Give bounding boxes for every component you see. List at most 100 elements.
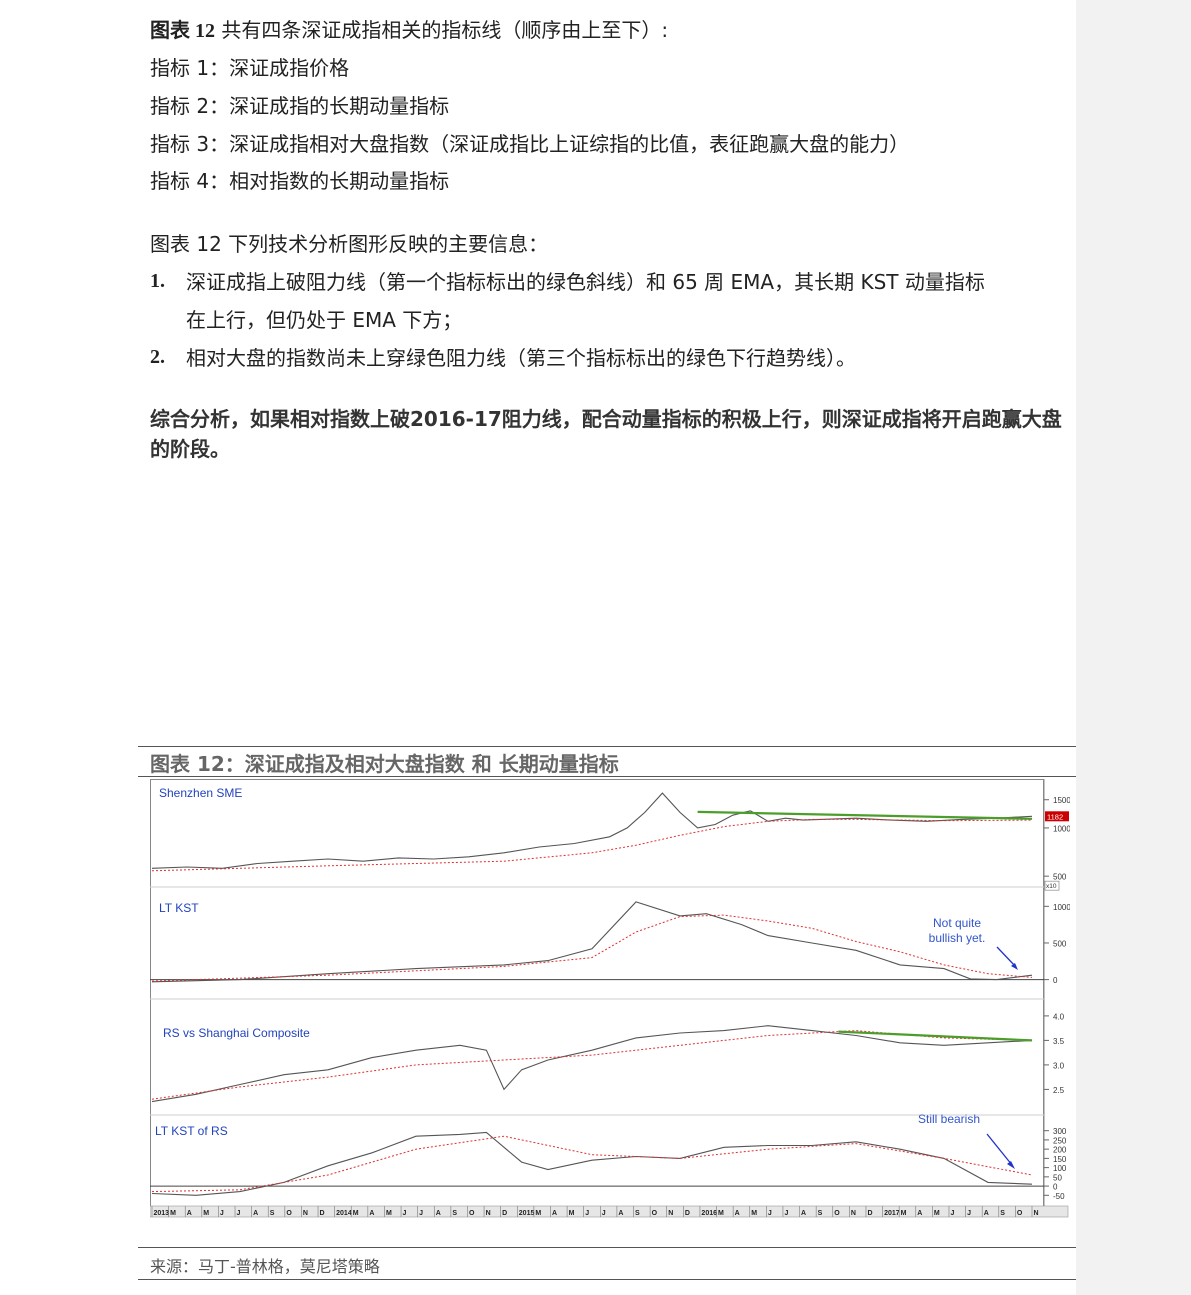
x-tick-label: M (934, 1210, 940, 1217)
list-item-1-line-1: 深证成指上破阻力线（第一个指标标出的绿色斜线）和 65 周 EMA，其长期 KS… (186, 270, 985, 294)
x-tick-label: 2016 (701, 1210, 717, 1217)
y-unit-label: x10 (1046, 883, 1057, 890)
x-tick-label: A (253, 1210, 258, 1217)
indicator-3: 指标 3：深证成指相对大盘指数（深证成指比上证综指的比值，表征跑赢大盘的能力） (150, 132, 910, 156)
x-tick-label: J (602, 1210, 606, 1217)
x-tick-label: O (286, 1210, 292, 1217)
x-tick-label: D (320, 1210, 325, 1217)
y-tick-label: 500 (1053, 939, 1067, 948)
x-tick-label: A (369, 1210, 374, 1217)
y-tick-label: 150 (1053, 1155, 1067, 1164)
x-tick-label: 2014 (336, 1210, 352, 1217)
x-tick-label: J (768, 1210, 772, 1217)
x-tick-label: J (784, 1210, 788, 1217)
x-tick-label: O (652, 1210, 658, 1217)
figure-source: 来源：马丁-普林格，莫尼塔策略 (150, 1257, 380, 1276)
right-margin-panel (1076, 0, 1191, 1295)
x-tick-label: M (751, 1210, 757, 1217)
y-tick-label: 1000 (1053, 903, 1070, 912)
y-tick-label: 3.0 (1053, 1061, 1065, 1070)
indicator-2: 指标 2：深证成指的长期动量指标 (150, 94, 450, 118)
x-tick-label: J (419, 1210, 423, 1217)
list-item-1-number: 1. (150, 270, 165, 292)
x-tick-label: N (486, 1210, 491, 1217)
x-tick-label: A (917, 1210, 922, 1217)
y-tick-label: 500 (1053, 873, 1067, 882)
intro-line-1-text: 共有四条深证成指相关的指标线（顺序由上至下）: (221, 18, 669, 42)
x-tick-label: N (303, 1210, 308, 1217)
x-tick-label: J (220, 1210, 224, 1217)
x-tick-label: A (187, 1210, 192, 1217)
x-tick-label: J (403, 1210, 407, 1217)
x-tick-label: A (618, 1210, 623, 1217)
x-tick-label: M (353, 1210, 359, 1217)
last-value-label: 1182 (1047, 812, 1063, 821)
panel-label-2: RS vs Shanghai Composite (163, 1026, 310, 1040)
x-tick-label: A (735, 1210, 740, 1217)
info-title: 图表 12 下列技术分析图形反映的主要信息： (150, 232, 549, 256)
x-tick-label: N (668, 1210, 673, 1217)
x-tick-label: 2015 (519, 1210, 535, 1217)
x-tick-label: 2013 (154, 1210, 170, 1217)
y-tick-label: 200 (1053, 1146, 1067, 1155)
x-tick-label: S (818, 1210, 823, 1217)
x-tick-label: M (203, 1210, 209, 1217)
y-tick-label: 2.5 (1053, 1086, 1065, 1095)
x-tick-label: M (535, 1210, 541, 1217)
x-tick-label: S (635, 1210, 640, 1217)
x-tick-label: M (170, 1210, 176, 1217)
panel-label-1: LT KST (159, 901, 199, 915)
panel-label-3: LT KST of RS (155, 1124, 228, 1138)
x-tick-label: M (386, 1210, 392, 1217)
x-tick-label: J (585, 1210, 589, 1217)
indicator-1: 指标 1：深证成指价格 (150, 56, 350, 80)
x-tick-label: S (452, 1210, 457, 1217)
list-item-2-number: 2. (150, 346, 165, 368)
x-tick-label: N (851, 1210, 856, 1217)
y-tick-label: 4.0 (1053, 1012, 1065, 1021)
figure-top-rule (138, 746, 1076, 747)
y-tick-label: 300 (1053, 1127, 1067, 1136)
x-tick-label: A (552, 1210, 557, 1217)
figure-title-rule (138, 776, 1076, 777)
x-tick-label: J (950, 1210, 954, 1217)
x-tick-label: J (967, 1210, 971, 1217)
list-item-1-line-2: 在上行，但仍处于 EMA 下方； (186, 308, 463, 332)
figure-bottom-rule (138, 1279, 1076, 1280)
x-tick-label: O (834, 1210, 840, 1217)
x-tick-label: A (984, 1210, 989, 1217)
x-tick-label: M (718, 1210, 724, 1217)
source-top-rule (138, 1247, 1076, 1248)
x-tick-label: D (502, 1210, 507, 1217)
x-tick-label: M (569, 1210, 575, 1217)
x-tick-label: O (1017, 1210, 1023, 1217)
figure-title: 图表 12：深证成指及相对大盘指数 和 长期动量指标 (150, 752, 619, 776)
list-item-2-line-1: 相对大盘的指数尚未上穿绿色阻力线（第三个指标标出的绿色下行趋势线）。 (186, 346, 856, 370)
x-tick-label: A (436, 1210, 441, 1217)
y-tick-label: 50 (1053, 1173, 1062, 1182)
x-tick-label: M (901, 1210, 907, 1217)
y-tick-label: 250 (1053, 1136, 1067, 1145)
x-tick-label: D (685, 1210, 690, 1217)
x-tick-label: D (867, 1210, 872, 1217)
indicator-4: 指标 4：相对指数的长期动量指标 (150, 169, 450, 193)
y-tick-label: 1500 (1053, 796, 1070, 805)
summary-paragraph: 综合分析，如果相对指数上破2016-17阻力线，配合动量指标的积极上行，则深证成… (150, 407, 1062, 461)
x-tick-label: S (270, 1210, 275, 1217)
x-tick-label: A (801, 1210, 806, 1217)
y-tick-label: 1000 (1053, 824, 1070, 833)
intro-figure-ref: 图表 12 (150, 20, 215, 42)
annotation-line-1: Not quite (933, 916, 981, 930)
x-tick-label: O (469, 1210, 475, 1217)
panel-label-0: Shenzhen SME (159, 786, 242, 800)
annotation-label: Still bearish (918, 1112, 980, 1126)
intro-line-1: 图表 12 共有四条深证成指相关的指标线（顺序由上至下）: (150, 18, 668, 43)
annotation-line-2: bullish yet. (929, 931, 986, 945)
y-tick-label: 0 (1053, 1183, 1058, 1192)
y-tick-label: 3.5 (1053, 1037, 1065, 1046)
y-tick-label: 100 (1053, 1164, 1067, 1173)
x-tick-label: J (237, 1210, 241, 1217)
y-tick-label: -50 (1053, 1192, 1065, 1201)
x-tick-label: S (1000, 1210, 1005, 1217)
x-tick-label: N (1034, 1210, 1039, 1217)
